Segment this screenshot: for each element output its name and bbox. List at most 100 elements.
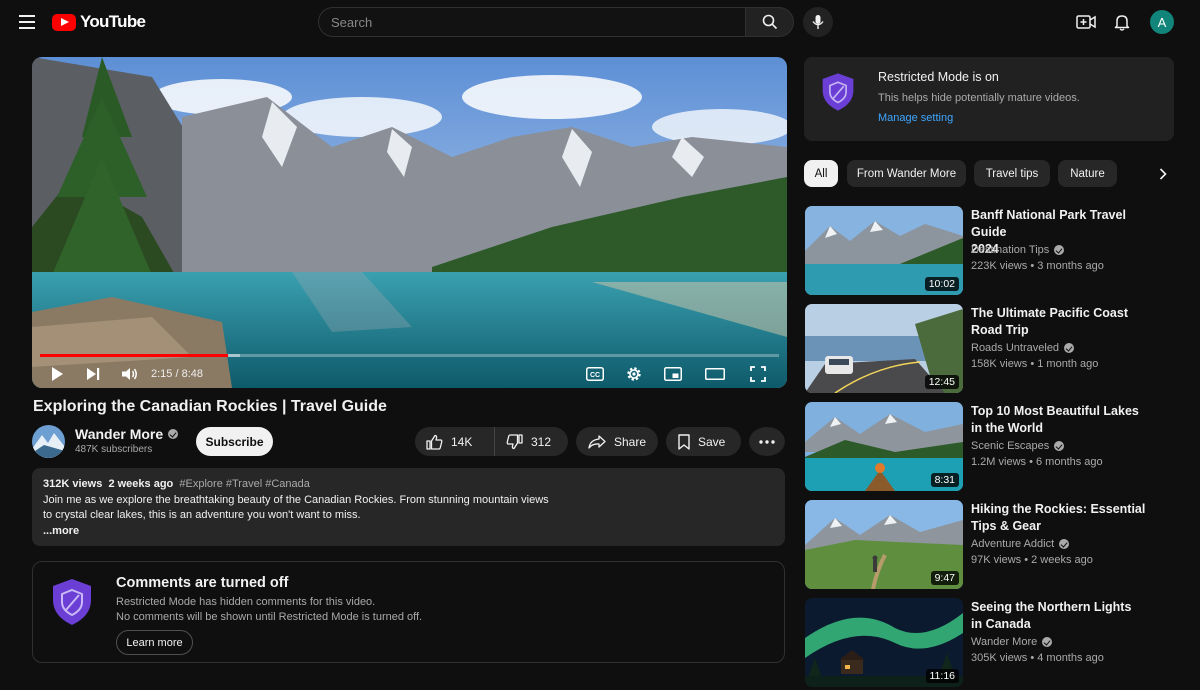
age-text: 6 months ago	[1036, 456, 1103, 468]
search-icon	[762, 14, 777, 30]
notifications-button[interactable]	[1110, 10, 1134, 34]
recommended-title: Seeing the Northern Lights in Canada	[971, 599, 1161, 633]
volume-icon	[122, 368, 137, 380]
theater-mode-icon	[705, 368, 725, 380]
title-line-2: Road Trip	[971, 323, 1029, 337]
play-icon	[52, 367, 63, 381]
video-thumbnail: 10:02	[805, 206, 963, 295]
channel-text: Roads Untraveled	[971, 342, 1060, 354]
dislike-button[interactable]: 312	[495, 427, 551, 456]
subscriber-count: 487K subscribers	[75, 444, 153, 455]
save-button[interactable]: Save	[666, 427, 741, 456]
like-dislike-group: 14K 312	[415, 427, 568, 456]
restricted-title: Restricted Mode is on	[878, 70, 999, 84]
more-actions-button[interactable]	[749, 427, 785, 456]
fullscreen-button[interactable]	[747, 363, 769, 385]
search-button[interactable]	[746, 7, 794, 37]
view-count: 312K views	[43, 478, 103, 490]
thumbs-up-icon	[426, 434, 443, 450]
chip-all[interactable]: All	[804, 160, 838, 187]
filter-chips: All From Wander More Travel tips Nature	[804, 160, 1174, 188]
description-meta: 312K views 2 weeks ago #Explore #Travel …	[43, 477, 774, 493]
restricted-subtitle: This helps hide potentially mature video…	[878, 92, 1080, 104]
description-box[interactable]: 312K views 2 weeks ago #Explore #Travel …	[32, 468, 785, 546]
top-bar: YouTube A	[0, 0, 1200, 44]
shield-icon	[53, 579, 91, 625]
comments-disabled-panel: Comments are turned off Restricted Mode …	[32, 561, 785, 663]
learn-more-button[interactable]: Learn more	[116, 630, 193, 655]
title-line-1: The Ultimate Pacific Coast	[971, 306, 1128, 320]
channel-text: Adventure Addict	[971, 538, 1055, 550]
recommended-video[interactable]: 11:16 Seeing the Northern Lights in Cana…	[805, 598, 1175, 690]
share-label: Share	[614, 434, 647, 449]
theater-mode-button[interactable]	[704, 363, 726, 385]
comments-off-line-1: Restricted Mode has hidden comments for …	[116, 596, 376, 608]
verified-icon	[1054, 441, 1065, 451]
voice-search-button[interactable]	[803, 7, 833, 37]
fullscreen-icon	[750, 366, 766, 382]
youtube-logo[interactable]: YouTube	[52, 12, 146, 32]
recommended-title: Top 10 Most Beautiful Lakes in the World	[971, 403, 1161, 437]
share-icon	[588, 434, 606, 449]
volume-button[interactable]	[119, 363, 141, 385]
logo-text: YouTube	[80, 12, 146, 31]
share-button[interactable]: Share	[576, 427, 658, 456]
video-duration: 11:16	[925, 669, 959, 683]
comments-off-title: Comments are turned off	[116, 575, 289, 591]
create-button[interactable]	[1074, 10, 1098, 34]
video-thumbnail: 12:45	[805, 304, 963, 393]
bell-icon	[1114, 15, 1130, 31]
captions-button[interactable]: CC	[584, 363, 606, 385]
views-text: 1.2M views	[971, 456, 1027, 468]
video-player[interactable]: 2:15 / 8:48 CC	[32, 57, 787, 388]
like-button[interactable]: 14K	[415, 427, 495, 456]
age-text: 2 weeks ago	[1031, 554, 1093, 566]
description-line-1: Join me as we explore the breathtaking b…	[43, 493, 549, 506]
channel-name[interactable]: Wander More	[75, 426, 179, 442]
played-progress	[40, 354, 229, 357]
svg-text:CC: CC	[590, 372, 600, 379]
create-video-icon	[1076, 15, 1096, 29]
recommended-video[interactable]: 8:31 Top 10 Most Beautiful Lakes in the …	[805, 402, 1175, 494]
account-avatar[interactable]: A	[1150, 10, 1174, 34]
video-duration: 12:45	[924, 375, 959, 389]
show-more-link[interactable]: ...more	[43, 524, 774, 540]
chevron-right-icon	[1159, 168, 1167, 180]
recommended-meta: 305K views • 4 months ago	[971, 652, 1104, 664]
verified-icon	[1054, 245, 1065, 255]
channel-text: Destination Tips	[971, 244, 1050, 256]
manage-setting-link[interactable]: Manage setting	[878, 112, 953, 124]
chip-travel-tips[interactable]: Travel tips	[974, 160, 1050, 187]
verified-icon	[1064, 343, 1075, 353]
player-controls: 2:15 / 8:48 CC	[32, 359, 787, 388]
miniplayer-button[interactable]	[662, 363, 684, 385]
chips-next-button[interactable]	[1152, 163, 1174, 185]
video-thumbnail: 9:47	[805, 500, 963, 589]
thumbs-down-icon	[506, 433, 523, 449]
play-button[interactable]	[46, 363, 68, 385]
progress-bar[interactable]	[40, 354, 779, 357]
recommended-meta: 223K views • 3 months ago	[971, 260, 1104, 272]
chip-nature[interactable]: Nature	[1058, 160, 1117, 187]
skip-next-icon	[87, 368, 100, 380]
recommended-video[interactable]: 12:45 The Ultimate Pacific Coast Road Tr…	[805, 304, 1175, 396]
chip-from-channel[interactable]: From Wander More	[847, 160, 966, 187]
settings-button[interactable]	[623, 363, 645, 385]
recommended-title: Hiking the Rockies: Essential Tips & Gea…	[971, 501, 1161, 535]
recommended-video[interactable]: 10:02 Banff National Park Travel Guide 2…	[805, 206, 1175, 298]
age-text: 3 months ago	[1037, 260, 1104, 272]
more-horizontal-icon	[759, 439, 775, 444]
recommended-channel: Roads Untraveled	[971, 342, 1075, 354]
age-text: 4 months ago	[1037, 652, 1104, 664]
search-input[interactable]	[318, 7, 746, 37]
channel-avatar[interactable]	[32, 425, 65, 458]
title-line-1: Seeing the Northern Lights	[971, 600, 1132, 614]
recommended-video[interactable]: 9:47 Hiking the Rockies: Essential Tips …	[805, 500, 1175, 592]
subscribe-button[interactable]: Subscribe	[196, 427, 273, 456]
views-text: 305K views	[971, 652, 1028, 664]
shield-icon	[822, 73, 854, 111]
like-count: 14K	[451, 434, 473, 449]
menu-icon[interactable]	[14, 11, 40, 33]
views-text: 97K views	[971, 554, 1022, 566]
next-button[interactable]	[82, 363, 104, 385]
